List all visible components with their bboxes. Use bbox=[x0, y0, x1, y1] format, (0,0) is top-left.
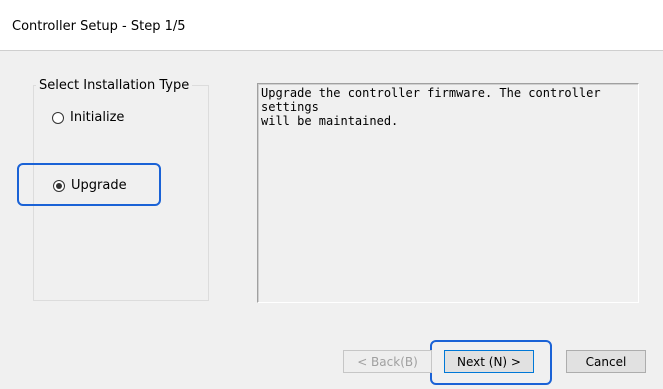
cancel-button[interactable]: Cancel bbox=[566, 350, 646, 373]
initialize-radio[interactable]: Initialize bbox=[52, 110, 124, 125]
next-button[interactable]: Next (N) > bbox=[444, 350, 534, 373]
title-bar: Controller Setup - Step 1/5 bbox=[0, 0, 663, 51]
installation-type-legend: Select Installation Type bbox=[36, 78, 193, 93]
back-button[interactable]: < Back(B) bbox=[343, 350, 432, 373]
radio-selected-icon bbox=[53, 179, 65, 192]
upgrade-label: Upgrade bbox=[71, 178, 127, 193]
window-title: Controller Setup - Step 1/5 bbox=[12, 19, 186, 34]
upgrade-radio[interactable]: Upgrade bbox=[53, 178, 127, 193]
description-text-area: Upgrade the controller firmware. The con… bbox=[257, 83, 639, 303]
radio-circle-icon bbox=[52, 111, 64, 124]
initialize-label: Initialize bbox=[70, 110, 125, 125]
dialog-content: Select Installation Type Initialize Upgr… bbox=[0, 51, 663, 389]
